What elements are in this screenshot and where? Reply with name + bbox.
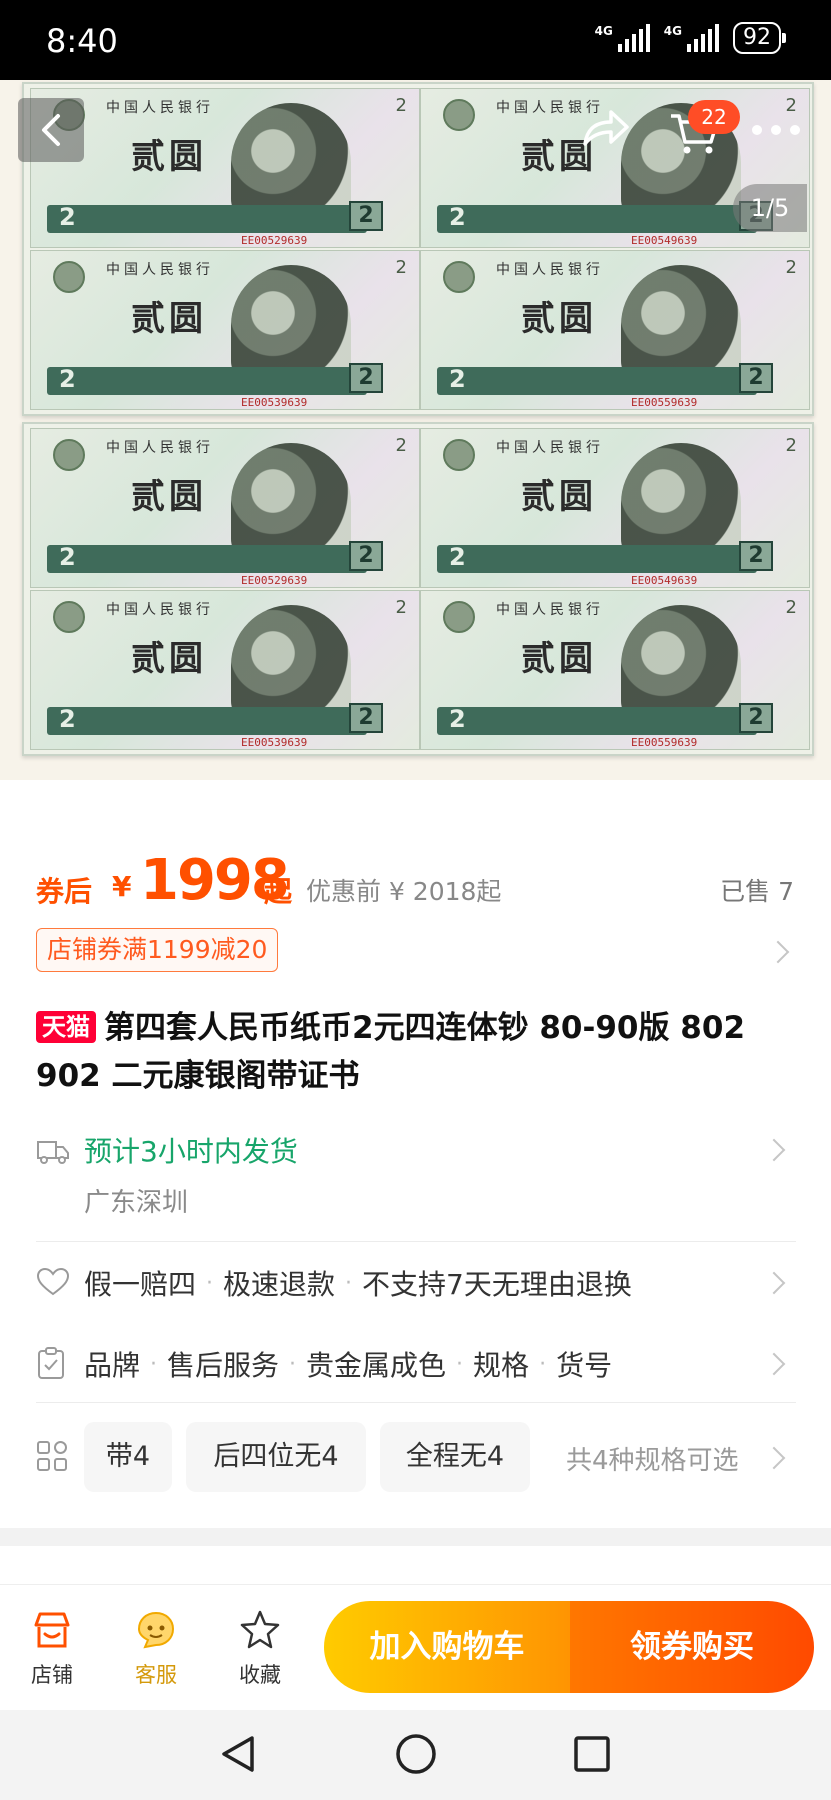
back-icon bbox=[42, 114, 60, 146]
guarantee-chevron-icon bbox=[762, 1271, 786, 1295]
params-row[interactable]: 品牌 · 售后服务 · 贵金属成色 · 规格 · 货号 bbox=[36, 1344, 796, 1388]
shipping-estimate: 预计3小时内发货 bbox=[84, 1135, 298, 1168]
guarantee-item: 不支持7天无理由退换 bbox=[362, 1268, 632, 1301]
shipping-row[interactable]: 预计3小时内发货 广东深圳 bbox=[36, 1130, 796, 1220]
signal-icon-2: 4G bbox=[664, 24, 719, 52]
param-item: 贵金属成色 bbox=[306, 1349, 447, 1382]
divider bbox=[36, 1241, 796, 1242]
battery-icon: 92 bbox=[733, 22, 786, 54]
favorite-button[interactable]: 收藏 bbox=[220, 1609, 300, 1689]
product-image[interactable]: 中国人民银行2 贰圆 22 EE00529639 中国人民银行2 贰圆 22 E… bbox=[0, 80, 831, 780]
banknote: 中国人民银行 2 贰圆 22 EE00539639 bbox=[30, 590, 420, 750]
store-coupon[interactable]: 店铺券满1199减20 bbox=[36, 928, 279, 972]
banknote: 中国人民银行2 贰圆 22 EE00549639 bbox=[420, 428, 810, 588]
divider bbox=[36, 1402, 796, 1403]
param-item: 规格 bbox=[473, 1349, 530, 1382]
signal-icon-1: 4G bbox=[595, 24, 650, 52]
guarantee-item: 极速退款 bbox=[223, 1268, 336, 1301]
more-icon bbox=[752, 125, 800, 135]
status-time: 8:40 bbox=[46, 22, 118, 60]
banknote: 中国人民银行 2 贰圆 22 EE00529639 bbox=[30, 88, 420, 248]
spec-option[interactable]: 全程无4 bbox=[380, 1422, 530, 1492]
nav-home-icon[interactable] bbox=[394, 1732, 438, 1776]
system-nav-bar bbox=[0, 1710, 831, 1800]
guarantee-row[interactable]: 假一赔四 · 极速退款 · 不支持7天无理由退换 bbox=[36, 1263, 796, 1307]
params-list: 品牌 · 售后服务 · 贵金属成色 · 规格 · 货号 bbox=[84, 1344, 612, 1384]
sold-count: 已售 7 bbox=[720, 877, 794, 906]
original-price: 优惠前 ¥ 2018起 bbox=[306, 877, 502, 906]
spec-count[interactable]: 共4种规格可选 bbox=[566, 1440, 739, 1477]
shipping-location: 广东深圳 bbox=[84, 1188, 189, 1218]
service-button[interactable]: 客服 bbox=[116, 1609, 196, 1689]
spec-row[interactable]: 带4 后四位无4 全程无4 共4种规格可选 bbox=[36, 1422, 796, 1492]
image-counter: 1/5 bbox=[733, 184, 807, 232]
share-icon bbox=[583, 110, 629, 146]
tmall-badge: 天猫 bbox=[36, 1011, 96, 1043]
back-button[interactable] bbox=[18, 98, 84, 162]
banknote: 中国人民银行 2 贰圆 22 EE00539639 bbox=[30, 250, 420, 410]
param-item: 货号 bbox=[556, 1349, 613, 1382]
store-icon bbox=[34, 1612, 70, 1648]
spec-option[interactable]: 带4 bbox=[84, 1422, 172, 1492]
price-suffix: 起 bbox=[264, 875, 293, 908]
banknote: 中国人民银行 2 贰圆 22 EE00529639 bbox=[30, 428, 420, 588]
shipping-chevron-icon bbox=[762, 1138, 786, 1162]
param-item: 品牌 bbox=[84, 1349, 141, 1382]
product-title-text: 第四套人民币纸币2元四连体钞 80-90版 802 902 二元康银阁带证书 bbox=[36, 1010, 746, 1094]
price-currency: ¥ bbox=[112, 870, 132, 903]
nav-back-icon[interactable] bbox=[218, 1732, 258, 1776]
clipboard-icon bbox=[38, 1347, 64, 1379]
section-gap bbox=[0, 1528, 831, 1546]
price-row: 券后 ¥ 1998 起 优惠前 ¥ 2018起 已售 7 bbox=[36, 848, 796, 913]
banknote: 中国人民银行 2 贰圆 22 EE00559639 bbox=[420, 590, 810, 750]
product-title: 天猫 第四套人民币纸币2元四连体钞 80-90版 802 902 二元康银阁带证书 bbox=[36, 1004, 796, 1100]
share-button[interactable] bbox=[575, 98, 635, 162]
service-icon bbox=[137, 1611, 175, 1649]
guarantee-list: 假一赔四 · 极速退款 · 不支持7天无理由退换 bbox=[84, 1263, 632, 1303]
param-item: 售后服务 bbox=[167, 1349, 280, 1382]
heart-icon bbox=[36, 1267, 70, 1296]
cart-count-badge: 22 bbox=[688, 100, 740, 134]
guarantee-item: 假一赔四 bbox=[84, 1268, 197, 1301]
banknote-sheet-2: 中国人民银行 2 贰圆 22 EE00529639 中国人民银行 2 贰圆 22 E… bbox=[22, 422, 814, 756]
grid-icon bbox=[37, 1441, 67, 1471]
star-icon bbox=[240, 1610, 280, 1649]
add-to-cart-button[interactable]: 加入购物车 bbox=[324, 1601, 570, 1693]
more-button[interactable] bbox=[743, 98, 809, 162]
action-bar: 店铺 客服 收藏 加入购物车 领券购买 bbox=[0, 1584, 831, 1711]
truck-icon bbox=[37, 1141, 69, 1164]
store-button[interactable]: 店铺 bbox=[12, 1609, 92, 1689]
spec-option[interactable]: 后四位无4 bbox=[186, 1422, 366, 1492]
status-indicators: 4G 4G 92 bbox=[595, 22, 786, 54]
spec-chevron-icon bbox=[762, 1446, 786, 1470]
params-chevron-icon bbox=[762, 1352, 786, 1376]
banknote: 中国人民银行 2 贰圆 22 EE00559639 bbox=[420, 250, 810, 410]
price-prefix: 券后 bbox=[36, 875, 93, 908]
status-bar: 8:40 4G 4G 92 bbox=[0, 0, 831, 80]
coupon-chevron-icon[interactable] bbox=[766, 940, 790, 964]
nav-recent-icon[interactable] bbox=[572, 1732, 612, 1776]
buy-with-coupon-button[interactable]: 领券购买 bbox=[570, 1601, 814, 1693]
